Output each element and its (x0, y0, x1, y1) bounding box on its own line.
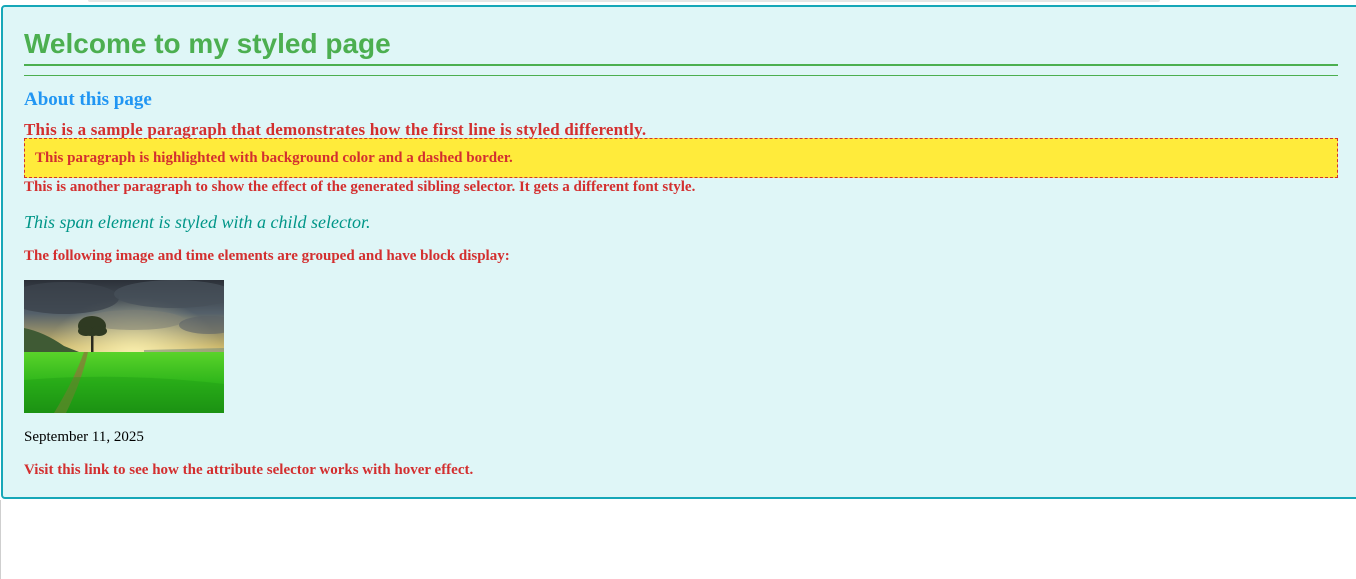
section-title: About this page (24, 89, 152, 110)
group-intro-paragraph: The following image and time elements ar… (24, 248, 510, 264)
highlighted-paragraph: This paragraph is highlighted with backg… (24, 138, 1338, 178)
landscape-image (24, 280, 224, 413)
page-header: Welcome to my styled page (24, 7, 1338, 76)
styled-page-container: Welcome to my styled page About this pag… (1, 5, 1356, 499)
first-line-paragraph: This is a sample paragraph that demonstr… (24, 120, 647, 139)
child-selector-span: This span element is styled with a child… (24, 212, 371, 232)
page-title: Welcome to my styled page (24, 7, 1338, 66)
horizontal-rule (24, 75, 1338, 76)
page-left-edge (0, 500, 1, 579)
attribute-selector-link[interactable]: Visit this link to see how the attribute… (24, 462, 473, 479)
time-element: September 11, 2025 (24, 429, 144, 445)
sibling-paragraph: This is another paragraph to show the ef… (24, 179, 696, 195)
browser-top-edge (88, 0, 1160, 2)
